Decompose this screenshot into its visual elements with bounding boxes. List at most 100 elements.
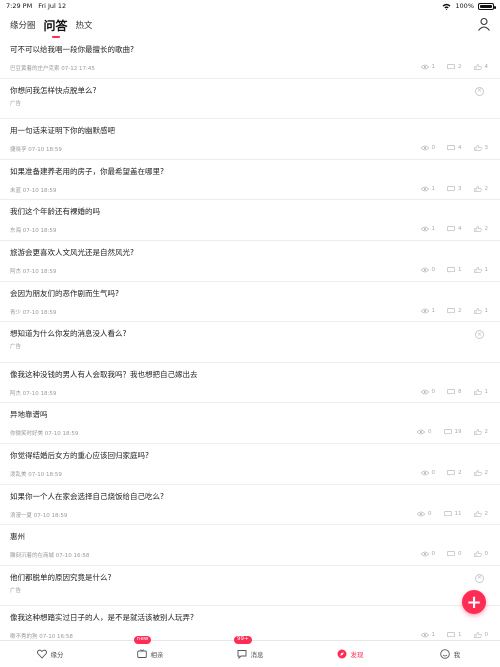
thumbs-up-icon [473,632,482,639]
comments-count: 1 [447,632,462,638]
nav-item-xiangqin[interactable]: new 相亲 [100,636,200,667]
nav-item-wo[interactable]: 我 [400,641,500,667]
status-bar: 7:29 PM Fri Jul 12 100% [0,0,500,12]
eye-icon [417,511,425,517]
comments-value: 8 [458,388,462,395]
question-row[interactable]: 如果你一个人在家会选择自己烧饭给自己吃么? 浪漫一夏 07-10 18:59 0 11… [0,485,500,526]
question-row[interactable]: 可不可以给我唱一段你最擅长的歌曲? 巴豆黄着的庄户克索 07-12 17:45 1 2… [0,38,500,79]
question-title: 想知道为什么你发的消息没人看么? [10,329,127,339]
question-meta: 东海 07-10 18:59 [10,228,57,235]
comment-icon [447,145,455,151]
likes-count[interactable]: 2 [473,226,488,232]
likes-count[interactable]: 0 [473,632,488,639]
compass-icon [337,649,346,659]
question-row[interactable]: 惠州 雕刻沉着的在商城 07-10 16:58 0 0 0 [0,525,500,566]
face-icon [439,649,450,659]
likes-count[interactable]: 2 [473,429,488,435]
views-count: 0 [417,429,432,435]
views-value: 1 [431,226,436,233]
battery-level [480,4,492,8]
likes-count[interactable]: 2 [473,510,488,517]
comments-value: 1 [458,632,462,639]
chat-icon [237,650,246,659]
question-row[interactable]: 像我这种没钱的男人有人会取我吗？我也想把自己嫁出去 阿杰 07-10 18:59 0… [0,363,500,404]
ad-row[interactable]: 想知道为什么你发的消息没人看么? 广告 × [0,322,500,363]
views-value: 1 [431,632,436,639]
comments-count: 2 [447,308,462,314]
likes-value: 2 [484,470,489,476]
add-question-button[interactable]: + [462,590,486,614]
question-stats: 1 4 2 [420,226,488,233]
views-count: 0 [420,145,435,151]
question-row[interactable]: 我们这个年龄还有裸婚的吗 东海 07-10 18:59 1 4 2 [0,200,500,241]
close-icon[interactable]: × [475,330,484,340]
likes-count[interactable]: 1 [473,388,488,395]
question-title: 可不可以给我唱一段你最擅长的歌曲? [10,45,134,54]
question-meta: 阿杰 07-10 18:59 [10,269,57,275]
views-count: 0 [420,551,435,557]
thumbs-up-icon [473,388,482,395]
question-title: 用一句话来证明下你的幽默感吧 [10,126,115,136]
comments-value: 1 [458,267,462,273]
question-title: 像我这种想踏实过日子的人，是不是就活该被别人玩弄? [10,613,194,623]
question-stats: 0 2 2 [420,470,489,476]
question-row[interactable]: 你觉得结婚后女方的重心应该回归家庭吗? 泼乱美 07-10 18:59 0 2 2 [0,444,500,485]
question-meta: 你微笑时好美 07-10 18:59 [10,431,79,438]
profile-icon[interactable] [477,17,491,31]
views-count: 1 [420,632,436,639]
question-stats: 0 11 2 [417,510,488,517]
likes-value: 1 [484,307,489,314]
question-stats: 1 2 1 [420,307,489,314]
question-title: 异地靠谱吗 [10,410,48,420]
battery-percent: 100% [455,2,474,10]
comments-count: 1 [447,267,462,273]
nav-item-yuanfen[interactable]: 缘分 [0,641,100,667]
comment-icon [443,510,452,517]
comment-icon [447,551,455,557]
question-row[interactable]: 如果准备建养老用的房子，你最希望盖在哪里? 未蓝 07-10 18:59 1 3 2 [0,160,500,201]
question-feed: 可不可以给我唱一段你最擅长的歌曲? 巴豆黄着的庄户克索 07-12 17:45 1 2… [0,38,500,644]
likes-count[interactable]: 2 [473,470,489,476]
comments-count: 19 [443,429,462,436]
close-icon[interactable]: × [475,86,484,96]
tab-wenda[interactable]: 问答 [44,17,68,34]
likes-count[interactable]: 1 [473,307,489,314]
close-icon[interactable]: × [475,573,484,583]
nav-item-faxian[interactable]: 发现 [300,641,400,667]
question-row[interactable]: 会因为朋友们的恶作剧而生气吗? 青少 07-10 18:59 1 2 1 [0,282,500,323]
likes-value: 3 [484,145,489,152]
nav-label: 消息 [250,651,264,659]
eye-icon [420,632,429,638]
comment-icon [443,429,452,436]
thumbs-up-icon [473,64,482,70]
likes-count[interactable]: 1 [473,267,488,273]
comments-count: 3 [447,186,462,192]
comments-value: 19 [454,429,462,436]
tab-yuanfenquan[interactable]: 缘分圈 [10,19,36,31]
nav-item-xiaoxi[interactable]: 99+ 消息 [200,636,300,667]
comments-value: 2 [458,470,462,476]
comments-count: 2 [447,64,462,70]
nav-label: 我 [453,651,461,659]
question-row[interactable]: 旅游会更喜欢人文风光还是自然风光? 阿杰 07-10 18:59 0 1 1 [0,241,500,282]
likes-count[interactable]: 3 [473,145,489,152]
eye-icon [420,145,429,151]
likes-count[interactable]: 0 [473,551,488,557]
question-meta: 捷晓孚 07-10 18:59 [10,147,62,154]
comment-icon [447,185,455,192]
question-stats: 0 1 1 [420,267,488,273]
views-count: 1 [420,226,436,233]
question-stats: 1 3 2 [420,185,488,192]
question-row[interactable]: 用一句话来证明下你的幽默感吧 捷晓孚 07-10 18:59 0 4 3 [0,119,500,160]
heart-icon [36,649,47,659]
ad-row[interactable]: 他们都脱单的原因究竟是什么? 广告 × [0,566,500,607]
eye-icon [420,267,429,273]
ad-row[interactable]: 你想问我怎样快点脱单么? 广告 × [0,79,500,120]
likes-count[interactable]: 4 [473,64,488,70]
tab-rewen[interactable]: 热文 [76,19,93,31]
ad-label: 广告 [10,344,22,351]
likes-count[interactable]: 2 [473,185,488,192]
comments-value: 11 [454,510,462,517]
comments-count: 2 [447,470,462,476]
question-row[interactable]: 异地靠谱吗你微笑时好美 07-10 18:59 0 19 2 [0,403,500,444]
